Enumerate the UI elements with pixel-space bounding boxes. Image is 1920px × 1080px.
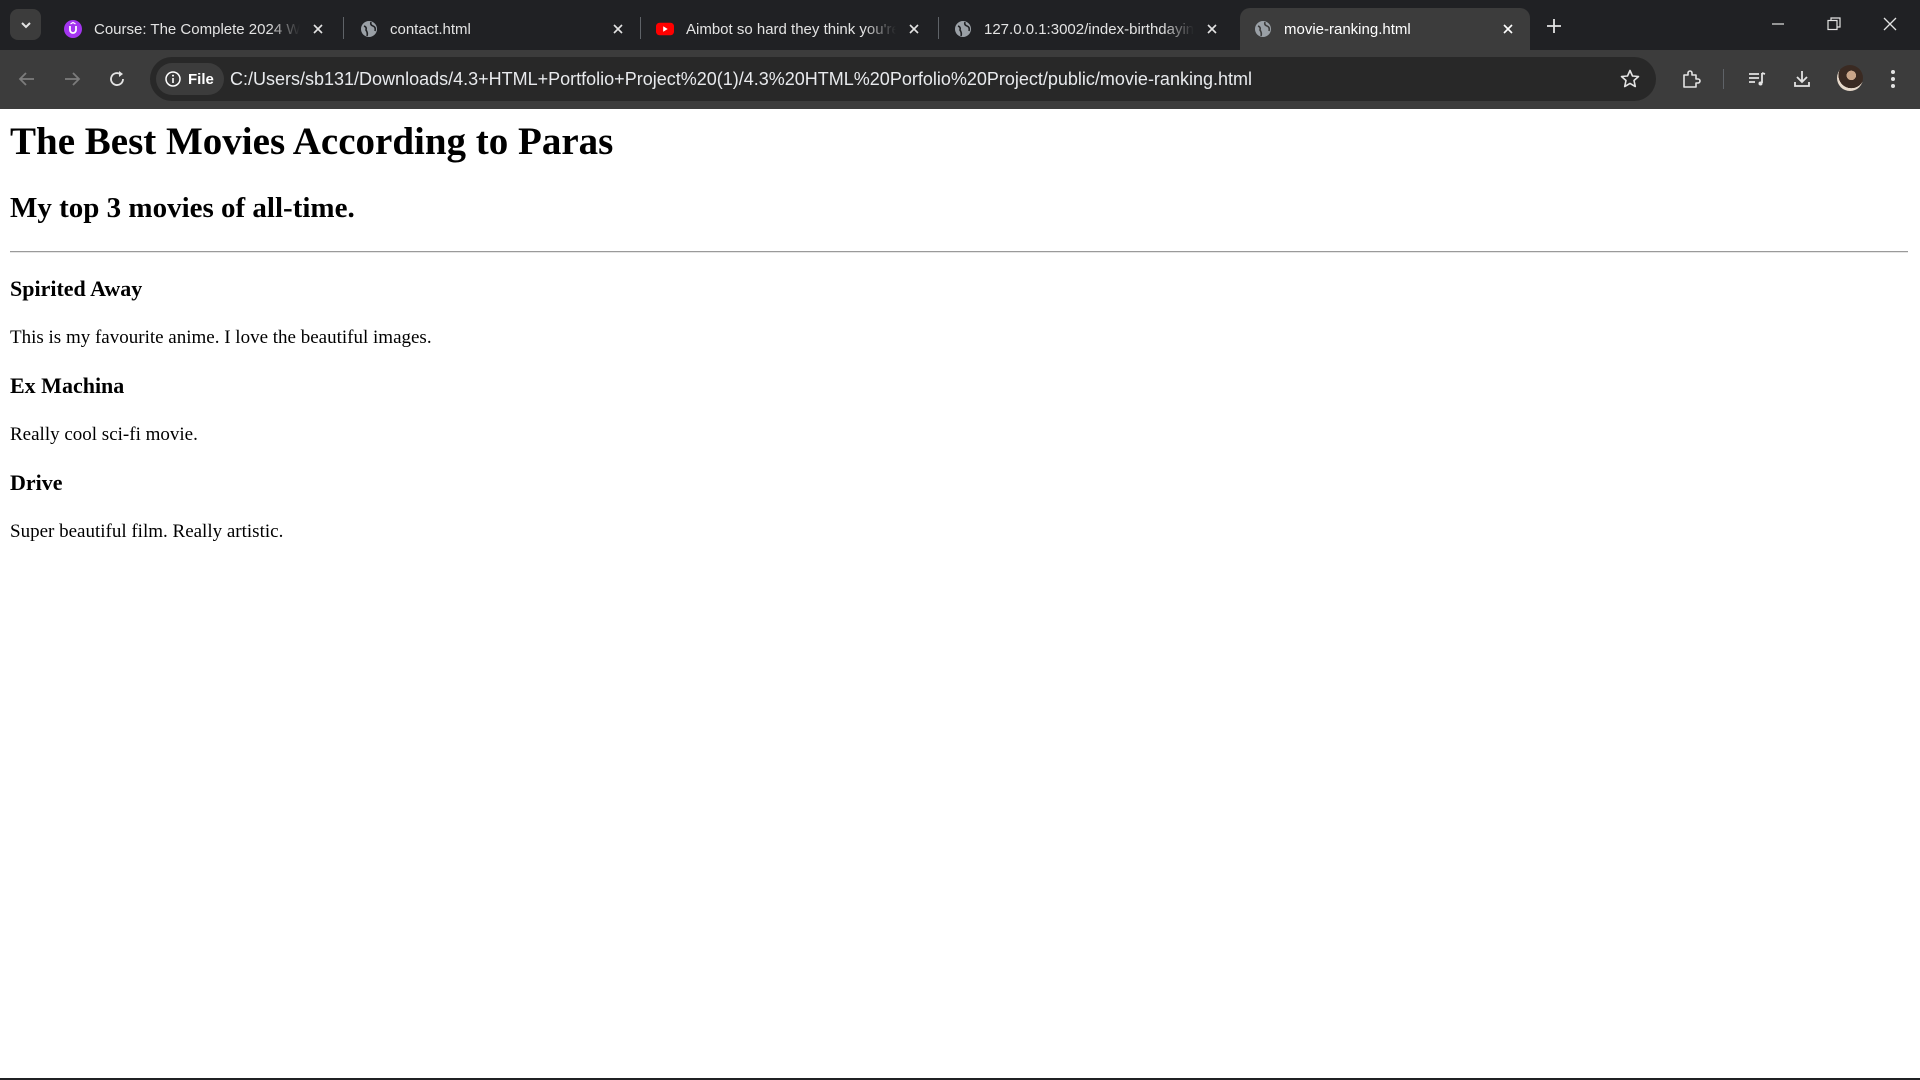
arrow-left-icon [18, 72, 34, 86]
page-subtitle: My top 3 movies of all-time. [10, 192, 355, 224]
tab-title: Aimbot so hard they think you're cheatin… [686, 20, 896, 38]
tab-udemy-course[interactable]: Course: The Complete 2024 Web Developmen… [50, 8, 340, 50]
tab-strip: Course: The Complete 2024 Web Developmen… [0, 0, 1920, 50]
reload-icon [110, 71, 124, 86]
extensions-button[interactable] [1675, 63, 1707, 95]
movie-title: Drive [10, 470, 63, 495]
downloads-button[interactable] [1786, 63, 1818, 95]
tab-divider [343, 17, 344, 39]
divider [10, 251, 1908, 253]
queue-music-icon [1749, 72, 1766, 86]
reload-button[interactable] [101, 63, 133, 95]
globe-icon [954, 20, 972, 38]
info-icon [164, 70, 182, 88]
address-bar[interactable]: File C:/Users/sb131/Downloads/4.3+HTML+P… [150, 57, 1656, 101]
movie-description: Super beautiful film. Really artistic. [10, 521, 284, 542]
tab-divider [640, 17, 641, 39]
close-icon[interactable] [1498, 19, 1518, 39]
tab-divider [938, 17, 939, 39]
browser-chrome: Course: The Complete 2024 Web Developmen… [0, 0, 1920, 109]
close-icon [1883, 17, 1897, 31]
movie-description: This is my favourite anime. I love the b… [10, 327, 432, 348]
page-content: The Best Movies According to Paras My to… [0, 109, 1920, 1078]
page-title: The Best Movies According to Paras [10, 120, 614, 163]
tab-title: contact.html [390, 20, 471, 38]
toolbar-divider [1723, 69, 1724, 89]
menu-button[interactable] [1877, 63, 1909, 95]
close-window-button[interactable] [1862, 4, 1918, 44]
close-icon[interactable] [1202, 19, 1222, 39]
download-icon [1794, 71, 1810, 87]
minimize-icon [1772, 23, 1784, 25]
bookmark-star-icon[interactable] [1618, 67, 1642, 91]
udemy-icon [64, 20, 82, 38]
close-icon[interactable] [308, 19, 328, 39]
movie-title: Spirited Away [10, 276, 143, 301]
tab-birthday-invite[interactable]: 127.0.0.1:3002/index-birthdayinvite.html [940, 8, 1234, 50]
profile-avatar[interactable] [1837, 65, 1863, 91]
chip-label: File [188, 70, 214, 88]
close-icon[interactable] [608, 19, 628, 39]
restore-button[interactable] [1806, 4, 1862, 44]
close-icon[interactable] [904, 19, 924, 39]
tab-title: Course: The Complete 2024 Web Developmen… [94, 20, 300, 38]
more-vert-icon [1891, 70, 1895, 88]
arrow-right-icon [65, 72, 81, 86]
tab-contact[interactable]: contact.html [346, 8, 640, 50]
site-info-chip[interactable]: File [156, 63, 224, 95]
tab-search-button[interactable] [10, 9, 41, 40]
globe-icon [360, 20, 378, 38]
movie-description: Really cool sci-fi movie. [10, 424, 198, 445]
tab-title: movie-ranking.html [1284, 20, 1411, 38]
restore-icon [1827, 17, 1841, 31]
chevron-down-icon [20, 21, 31, 28]
minimize-button[interactable] [1750, 4, 1806, 44]
movie-title: Ex Machina [10, 373, 125, 398]
back-button[interactable] [11, 63, 43, 95]
tab-movie-ranking[interactable]: movie-ranking.html [1240, 8, 1530, 50]
tab-youtube-video[interactable]: Aimbot so hard they think you're cheatin… [642, 8, 936, 50]
media-controls-button[interactable] [1741, 63, 1773, 95]
globe-icon [1254, 20, 1272, 38]
tab-title: 127.0.0.1:3002/index-birthdayinvite.html [984, 20, 1194, 38]
youtube-icon [656, 20, 674, 38]
new-tab-button[interactable] [1540, 12, 1568, 40]
toolbar: File C:/Users/sb131/Downloads/4.3+HTML+P… [0, 50, 1920, 109]
url-text[interactable]: C:/Users/sb131/Downloads/4.3+HTML+Portfo… [230, 69, 1252, 90]
puzzle-icon [1683, 70, 1701, 88]
forward-button[interactable] [56, 63, 88, 95]
plus-icon [1547, 19, 1561, 33]
